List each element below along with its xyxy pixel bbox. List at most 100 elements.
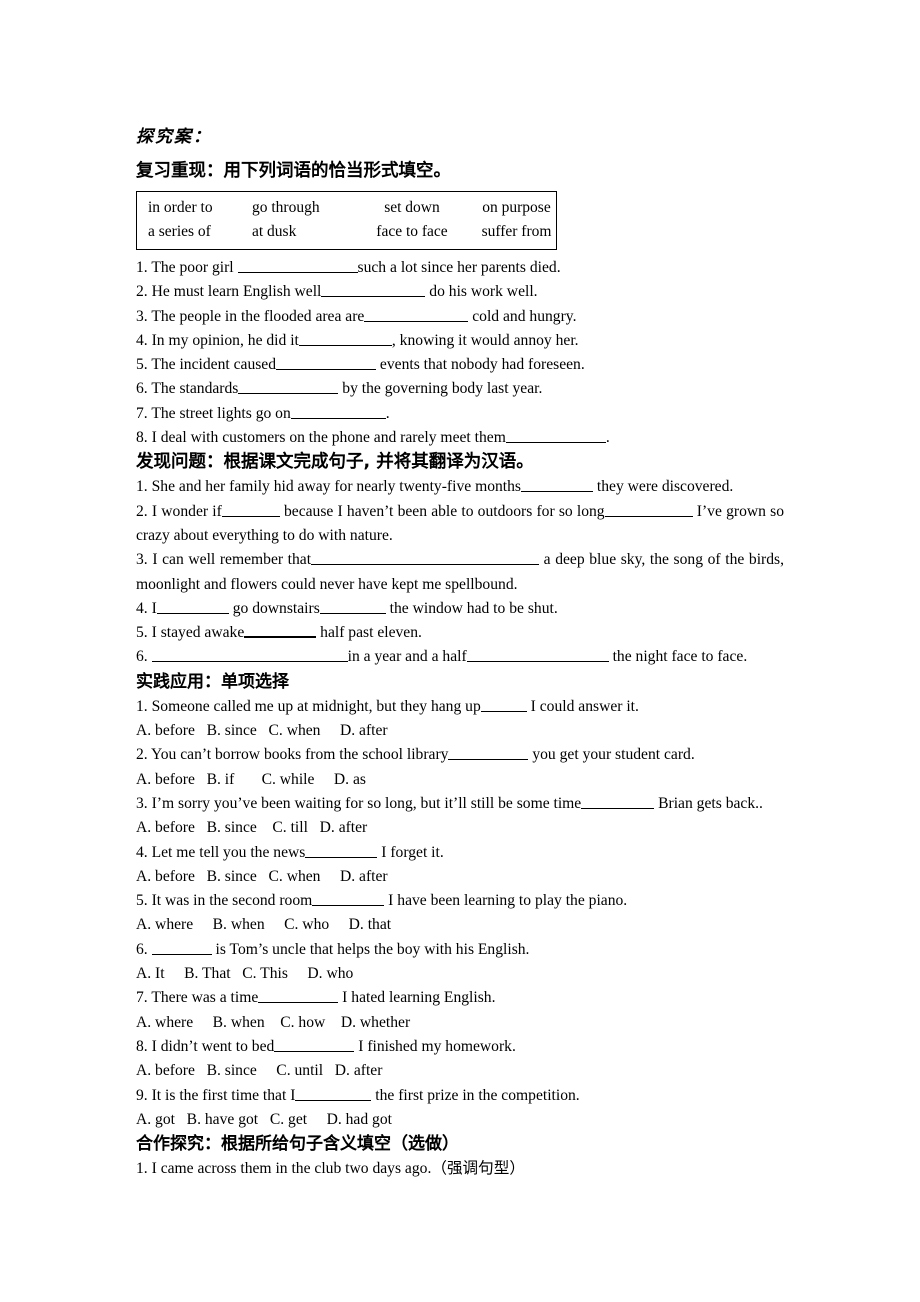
item-text: events that nobody had foreseen. — [376, 356, 585, 374]
item-text: I’m sorry you’ve been waiting for so lon… — [151, 794, 582, 812]
review-item-list: 1. The poor girl such a lot since her pa… — [136, 256, 784, 450]
answer-blank[interactable] — [258, 989, 339, 1004]
answer-options[interactable]: A. got B. have got C. get D. had got — [136, 1108, 784, 1132]
answer-blank[interactable] — [238, 380, 339, 395]
exercise-item: 6. in a year and a half the night face t… — [136, 645, 784, 669]
item-text: I came across them in the club two days … — [151, 1160, 525, 1178]
item-text: you get your student card. — [528, 746, 695, 764]
answer-blank[interactable] — [237, 259, 358, 273]
item-text: I deal with customers on the phone and r… — [151, 429, 506, 447]
exercise-item: 3. I can well remember that a deep blue … — [136, 548, 784, 597]
item-number: 5. — [136, 624, 148, 642]
answer-blank[interactable] — [156, 600, 229, 614]
item-text: Let me tell you the news — [151, 843, 306, 861]
item-number: 1. — [136, 259, 148, 276]
answer-blank[interactable] — [480, 698, 527, 712]
answer-blank[interactable] — [274, 1038, 355, 1052]
word-bank-cell: go through — [252, 199, 320, 216]
item-text: Someone called me up at midnight, but th… — [151, 697, 481, 715]
answer-blank[interactable] — [319, 600, 386, 614]
answer-blank[interactable] — [604, 503, 693, 517]
answer-options[interactable]: A. before B. since C. until D. after — [136, 1059, 784, 1083]
answer-options[interactable]: A. before B. if C. while D. as — [136, 768, 784, 792]
answer-blank[interactable] — [244, 623, 317, 639]
answer-blank[interactable] — [290, 405, 386, 419]
exercise-item: 5. I stayed awake half past eleven. — [136, 621, 784, 645]
item-text: by the governing body last year. — [338, 380, 543, 398]
item-number: 6. — [136, 940, 148, 958]
item-number: 8. — [136, 1037, 148, 1055]
item-text: I have been learning to play the piano. — [384, 892, 628, 910]
answer-options[interactable]: A. before B. since C. till D. after — [136, 816, 784, 840]
item-text: go downstairs — [228, 599, 320, 617]
item-text: do his work well. — [425, 283, 538, 301]
answer-blank[interactable] — [581, 795, 655, 809]
answer-blank[interactable] — [312, 892, 385, 907]
exercise-item: 9. It is the first time that I the first… — [136, 1084, 784, 1108]
answer-blank[interactable] — [364, 308, 469, 322]
answer-blank[interactable] — [466, 648, 609, 663]
item-text: I didn’t went to bed — [151, 1037, 275, 1055]
answer-options[interactable]: A. It B. That C. This D. who — [136, 962, 784, 986]
answer-blank[interactable] — [521, 478, 593, 493]
practice-item-list: 1. Someone called me up at midnight, but… — [136, 695, 784, 1132]
section-heading-discover: 发现问题：根据课文完成句子, 并将其翻译为汉语。 — [136, 452, 534, 473]
word-bank-cell: face to face — [376, 223, 448, 240]
item-text: I hated learning English. — [338, 989, 496, 1007]
item-text: such a lot since her parents died. — [357, 259, 561, 276]
word-bank-cell: a series of — [148, 223, 211, 240]
exercise-item: 6. The standards by the governing body l… — [136, 377, 784, 401]
item-number: 1. — [136, 1160, 148, 1178]
exercise-item: 7. The street lights go on. — [136, 402, 784, 426]
item-text: the night face to face. — [608, 648, 748, 666]
table-row: in order to go through set down on purpo… — [137, 196, 569, 220]
answer-blank[interactable] — [505, 429, 606, 444]
exercise-item: 4. Let me tell you the news I forget it. — [136, 841, 784, 865]
item-text: they were discovered. — [593, 478, 734, 496]
word-bank-table: in order to go through set down on purpo… — [136, 191, 557, 250]
exercise-item: 1. The poor girl such a lot since her pa… — [136, 256, 784, 280]
answer-blank[interactable] — [151, 648, 348, 663]
item-number: 8. — [136, 429, 148, 447]
exercise-item: 7. There was a time I hated learning Eng… — [136, 986, 784, 1010]
answer-options[interactable]: A. where B. when C. how D. whether — [136, 1011, 784, 1035]
item-text: It is the first time that I — [151, 1086, 296, 1104]
answer-options[interactable]: A. before B. since C. when D. after — [136, 865, 784, 889]
answer-blank[interactable] — [298, 332, 392, 346]
answer-blank[interactable] — [448, 746, 529, 761]
item-text: because I haven’t been able to outdoors … — [279, 502, 605, 520]
answer-blank[interactable] — [305, 844, 378, 858]
answer-blank[interactable] — [295, 1087, 372, 1101]
item-number: 3. — [136, 551, 148, 569]
section-heading-practice: 实践应用：单项选择 — [136, 671, 289, 692]
answer-options[interactable]: A. before B. since C. when D. after — [136, 719, 784, 743]
item-number: 2. — [136, 746, 148, 764]
item-text: I can well remember that — [152, 551, 312, 569]
cooperate-item-list: 1. I came across them in the club two da… — [136, 1157, 784, 1181]
answer-blank[interactable] — [311, 551, 540, 566]
exercise-item: 4. I go downstairs the window had to be … — [136, 597, 784, 621]
item-number: 6. — [136, 648, 148, 666]
item-text: I forget it. — [377, 843, 444, 861]
item-number: 4. — [136, 331, 148, 349]
item-text: The street lights go on — [151, 404, 291, 422]
answer-blank[interactable] — [151, 941, 212, 955]
item-text: There was a time — [151, 989, 259, 1007]
answer-blank[interactable] — [276, 356, 377, 371]
item-text: The standards — [151, 380, 239, 398]
answer-blank[interactable] — [321, 283, 426, 298]
answer-blank[interactable] — [221, 503, 280, 517]
discover-item-list: 1. She and her family hid away for nearl… — [136, 475, 784, 669]
item-number: 2. — [136, 502, 148, 520]
item-number: 1. — [136, 478, 148, 496]
exercise-item: 1. Someone called me up at midnight, but… — [136, 695, 784, 719]
document-body: 探究案： 复习重现：用下列词语的恰当形式填空。 in order to go t… — [136, 124, 784, 1181]
item-text: the first prize in the competition. — [371, 1086, 580, 1104]
document-title: 探究案： — [136, 127, 212, 147]
item-text: In my opinion, he did it — [151, 331, 299, 349]
answer-options[interactable]: A. where B. when C. who D. that — [136, 913, 784, 937]
item-text: The people in the flooded area are — [151, 307, 365, 325]
exercise-item: 4. In my opinion, he did it , knowing it … — [136, 329, 784, 353]
item-text: . — [605, 429, 610, 447]
document-page: 探究案： 复习重现：用下列词语的恰当形式填空。 in order to go t… — [0, 0, 920, 1302]
